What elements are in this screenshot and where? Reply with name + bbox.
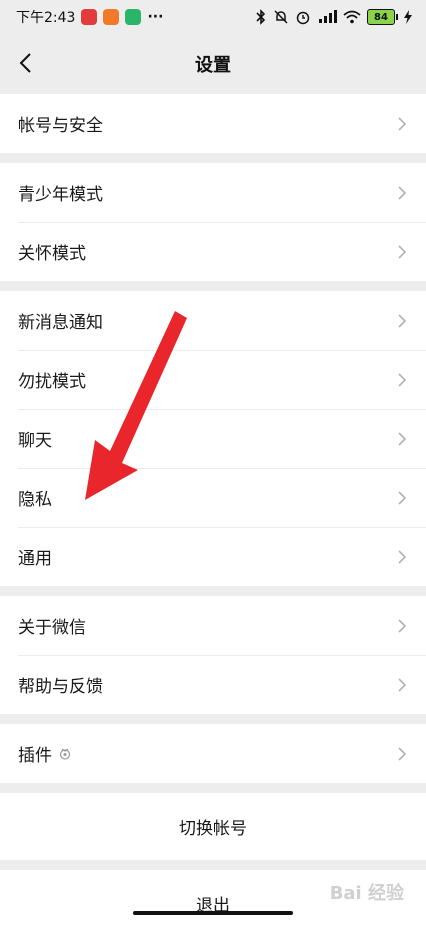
chevron-right-icon (398, 431, 407, 446)
mute-bell-icon (274, 10, 288, 24)
alarm-icon (296, 11, 310, 25)
status-time: 下午2:43 (16, 10, 76, 26)
chevron-right-icon (398, 549, 407, 564)
switch-account-button[interactable]: 切换帐号 (0, 793, 426, 860)
plugin-badge-icon (59, 748, 71, 760)
settings-group-general: 新消息通知 勿扰模式 聊天 隐私 通用 (0, 291, 426, 586)
settings-group-plugins: 插件 (0, 724, 426, 783)
navigation-bar: 设置 (0, 34, 426, 94)
settings-item-account-security[interactable]: 帐号与安全 (0, 94, 426, 153)
chevron-right-icon (398, 372, 407, 387)
settings-item-label: 隐私 (18, 490, 52, 510)
settings-group-about: 关于微信 帮助与反馈 (0, 596, 426, 714)
settings-item-chat[interactable]: 聊天 (0, 409, 426, 468)
settings-item-label: 青少年模式 (18, 185, 103, 205)
chevron-right-icon (398, 244, 407, 259)
charging-icon (404, 10, 412, 24)
settings-item-notifications[interactable]: 新消息通知 (0, 291, 426, 350)
chevron-right-icon (398, 618, 407, 633)
chevron-right-icon (398, 746, 407, 761)
shield-app-icon (125, 9, 142, 25)
chevron-right-icon (398, 313, 407, 328)
wifi-icon (343, 10, 361, 24)
settings-item-label: 插件 (18, 746, 52, 766)
app-notification-icon (81, 9, 98, 25)
settings-item-plugins[interactable]: 插件 (0, 724, 426, 783)
chevron-right-icon (398, 116, 407, 131)
settings-item-label: 聊天 (18, 431, 52, 451)
chevron-left-icon (19, 53, 31, 73)
battery-level: 84 (367, 9, 395, 25)
battery-icon: 84 (367, 9, 398, 25)
settings-item-do-not-disturb[interactable]: 勿扰模式 (0, 350, 426, 409)
settings-group-modes: 青少年模式 关怀模式 (0, 163, 426, 281)
switch-account-label: 切换帐号 (179, 819, 247, 839)
settings-item-youth-mode[interactable]: 青少年模式 (0, 163, 426, 222)
settings-item-label: 关于微信 (18, 618, 86, 638)
settings-item-care-mode[interactable]: 关怀模式 (0, 222, 426, 281)
settings-item-general[interactable]: 通用 (0, 527, 426, 586)
chevron-right-icon (398, 677, 407, 692)
watermark: Bai 经验 (329, 883, 404, 904)
settings-item-privacy[interactable]: 隐私 (0, 468, 426, 527)
chevron-right-icon (398, 185, 407, 200)
settings-item-label: 新消息通知 (18, 313, 103, 333)
settings-item-label: 通用 (18, 549, 52, 569)
settings-group-account: 帐号与安全 (0, 94, 426, 153)
settings-item-label: 勿扰模式 (18, 372, 86, 392)
settings-item-help-feedback[interactable]: 帮助与反馈 (0, 655, 426, 714)
bluetooth-icon (256, 9, 266, 25)
back-button[interactable] (10, 48, 40, 78)
settings-item-label: 帐号与安全 (18, 116, 103, 136)
page-title: 设置 (195, 55, 231, 76)
status-bar: 下午2:43 ··· 84 (0, 0, 426, 34)
settings-item-about-wechat[interactable]: 关于微信 (0, 596, 426, 655)
status-more: ··· (147, 9, 164, 25)
signal-icon (319, 10, 337, 23)
home-indicator[interactable] (133, 911, 293, 915)
app-notification-icon (103, 9, 120, 25)
settings-item-label: 帮助与反馈 (18, 677, 103, 697)
chevron-right-icon (398, 490, 407, 505)
settings-item-label: 关怀模式 (18, 244, 86, 264)
